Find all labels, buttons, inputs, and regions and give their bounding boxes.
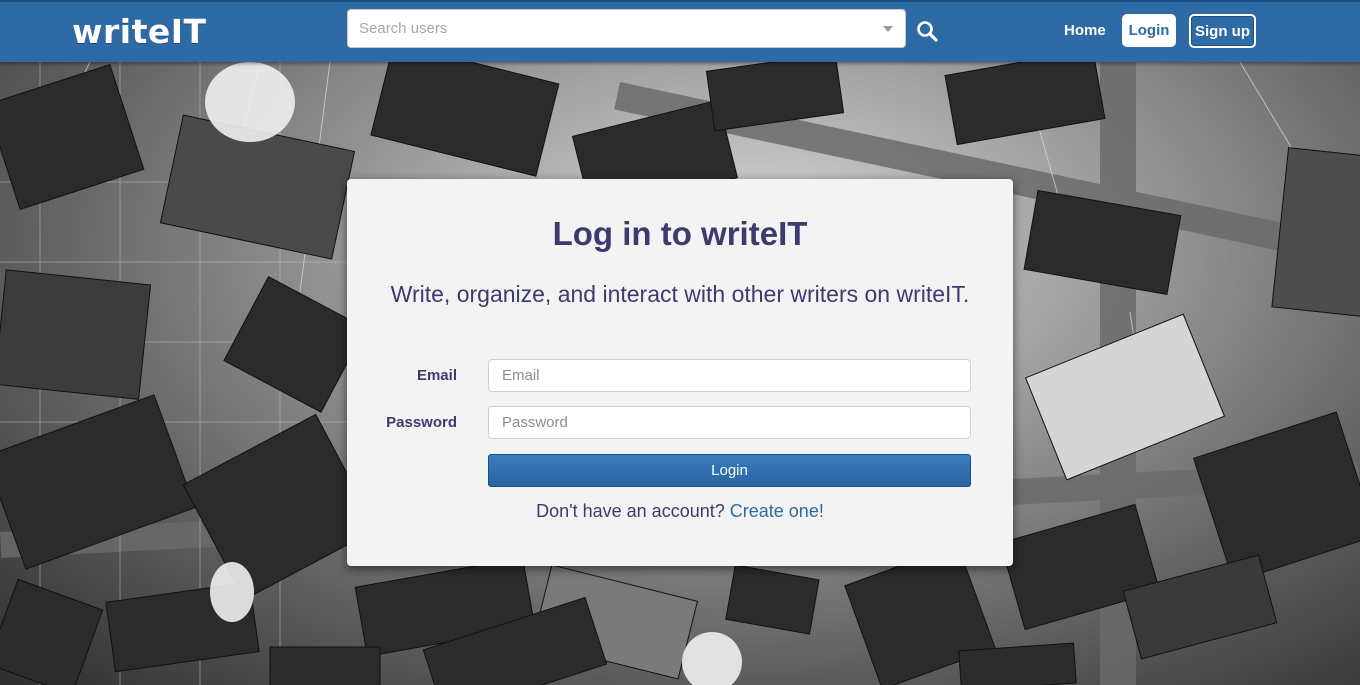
nav-login-button[interactable]: Login xyxy=(1122,14,1176,47)
signup-prompt-line: Don't have an account? Create one! xyxy=(347,501,1013,522)
search-icon[interactable] xyxy=(914,18,942,46)
search-input[interactable] xyxy=(348,10,858,47)
nav-home-link[interactable]: Home xyxy=(1064,22,1106,39)
email-field[interactable] xyxy=(488,359,971,392)
top-navbar: writeIT Home Login Sign up xyxy=(0,0,1360,62)
signup-prompt-text: Don't have an account? xyxy=(536,501,725,521)
chevron-down-icon[interactable] xyxy=(883,26,893,32)
page-title: Log in to writeIT xyxy=(552,215,808,252)
login-card: Log in to writeIT Write, organize, and i… xyxy=(347,179,1013,566)
user-search-select[interactable] xyxy=(347,9,906,48)
login-submit-button[interactable]: Login xyxy=(488,454,971,487)
page-subtitle: Write, organize, and interact with other… xyxy=(390,281,970,307)
nav-signup-button[interactable]: Sign up xyxy=(1189,14,1256,48)
app-logo[interactable]: writeIT xyxy=(72,12,207,51)
email-label: Email xyxy=(416,367,457,384)
create-account-link[interactable]: Create one! xyxy=(730,501,824,521)
password-label: Password xyxy=(386,414,457,431)
password-field[interactable] xyxy=(488,406,971,439)
